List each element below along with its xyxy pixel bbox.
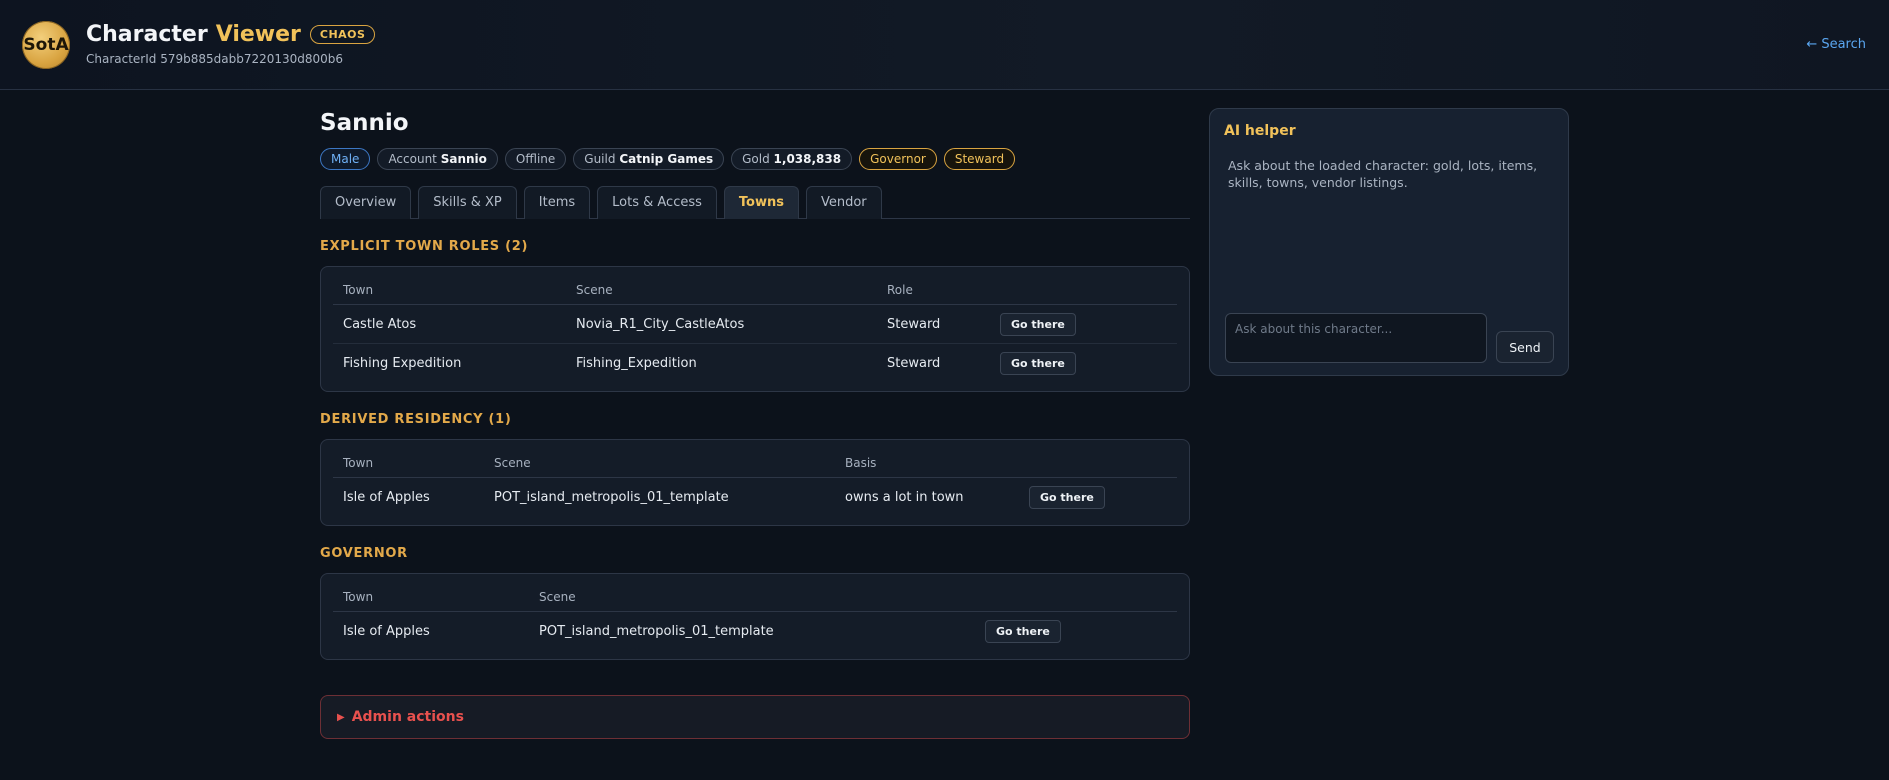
guild-value: Catnip Games <box>619 152 714 166</box>
tab-lots-access[interactable]: Lots & Access <box>597 186 717 219</box>
character-id: CharacterId 579b885dabb7220130d800b6 <box>86 52 344 66</box>
gold-chip: Gold 1,038,838 <box>731 148 853 170</box>
tab-items[interactable]: Items <box>523 186 591 219</box>
basis-cell: owns a lot in town <box>845 490 964 505</box>
derived-residency-title: DERIVED RESIDENCY (1) <box>320 412 512 427</box>
steward-chip: Steward <box>943 148 1016 170</box>
top-bar: SotA Character Viewer CHAOS CharacterId … <box>0 0 1889 90</box>
admin-actions-toggle[interactable]: ▶ Admin actions <box>320 695 1190 739</box>
gold-value: 1,038,838 <box>773 152 842 166</box>
table-row: Castle Atos Novia_R1_City_CastleAtos Ste… <box>333 305 1177 344</box>
go-there-button[interactable]: Go there <box>985 620 1061 643</box>
main-content: Sannio Male Account Sannio Offline Guild… <box>320 110 1190 739</box>
town-cell: Fishing Expedition <box>343 356 462 371</box>
town-cell: Isle of Apples <box>343 624 430 639</box>
table-row: Isle of Apples POT_island_metropolis_01_… <box>333 612 1177 651</box>
tab-overview[interactable]: Overview <box>320 186 412 219</box>
explicit-roles-title: EXPLICIT TOWN ROLES (2) <box>320 239 529 254</box>
gender-chip: Male <box>320 148 371 170</box>
app-title-accent: Viewer <box>215 22 301 47</box>
ai-helper-title: AI helper <box>1224 123 1296 139</box>
table-header: Town Scene Role <box>333 275 1177 305</box>
chaos-badge: CHAOS <box>309 25 376 44</box>
app-title: Character Viewer CHAOS <box>86 22 376 47</box>
explicit-roles-table: Town Scene Role Castle Atos Novia_R1_Cit… <box>320 266 1190 392</box>
column-header: Scene <box>494 455 531 470</box>
character-name: Sannio <box>320 110 409 136</box>
tab-towns[interactable]: Towns <box>723 186 799 219</box>
disclosure-triangle-icon: ▶ <box>337 711 345 723</box>
column-header: Town <box>343 589 374 604</box>
column-header: Role <box>887 282 913 297</box>
tab-bar: Overview Skills & XP Items Lots & Access… <box>320 186 1190 219</box>
send-button[interactable]: Send <box>1496 331 1554 363</box>
governor-title: GOVERNOR <box>320 546 408 561</box>
admin-actions-label: Admin actions <box>351 709 464 725</box>
ai-question-input[interactable] <box>1225 313 1487 363</box>
role-cell: Steward <box>887 316 941 332</box>
column-header: Town <box>343 282 374 297</box>
column-header: Scene <box>576 282 613 297</box>
scene-cell: Novia_R1_City_CastleAtos <box>576 316 745 332</box>
column-header: Scene <box>539 589 576 604</box>
go-there-button[interactable]: Go there <box>1029 486 1105 509</box>
governor-chip: Governor <box>859 148 937 170</box>
scene-cell: POT_island_metropolis_01_template <box>539 624 774 639</box>
guild-label: Guild <box>584 152 616 166</box>
guild-chip: Guild Catnip Games <box>573 148 725 170</box>
account-value: Sannio <box>440 152 487 166</box>
title-block: Character Viewer CHAOS CharacterId 579b8… <box>86 22 376 66</box>
account-chip: Account Sannio <box>377 148 498 170</box>
derived-residency-table: Town Scene Basis Isle of Apples POT_isla… <box>320 439 1190 526</box>
role-cell: Steward <box>887 356 941 371</box>
town-cell: Isle of Apples <box>343 490 430 505</box>
governor-table: Town Scene Isle of Apples POT_island_met… <box>320 573 1190 660</box>
tab-skills-xp[interactable]: Skills & XP <box>418 186 517 219</box>
scene-cell: Fishing_Expedition <box>576 356 697 371</box>
app-title-main: Character <box>86 22 208 47</box>
sota-logo: SotA <box>22 21 70 69</box>
gold-label: Gold <box>742 152 770 166</box>
town-cell: Castle Atos <box>343 316 417 332</box>
table-header: Town Scene <box>333 582 1177 612</box>
column-header: Basis <box>845 455 877 470</box>
tab-vendor[interactable]: Vendor <box>805 186 882 219</box>
search-link[interactable]: ← Search <box>1806 37 1866 52</box>
character-chips: Male Account Sannio Offline Guild Catnip… <box>320 148 1190 170</box>
scene-cell: POT_island_metropolis_01_template <box>494 490 729 505</box>
column-header: Town <box>343 455 374 470</box>
table-row: Isle of Apples POT_island_metropolis_01_… <box>333 478 1177 517</box>
table-row: Fishing Expedition Fishing_Expedition St… <box>333 344 1177 383</box>
status-chip: Offline <box>504 148 567 170</box>
account-label: Account <box>388 152 437 166</box>
table-header: Town Scene Basis <box>333 448 1177 478</box>
ai-helper-panel: AI helper Ask about the loaded character… <box>1209 108 1569 376</box>
go-there-button[interactable]: Go there <box>1000 312 1076 336</box>
go-there-button[interactable]: Go there <box>1000 352 1076 375</box>
ai-helper-description: Ask about the loaded character: gold, lo… <box>1228 158 1538 190</box>
